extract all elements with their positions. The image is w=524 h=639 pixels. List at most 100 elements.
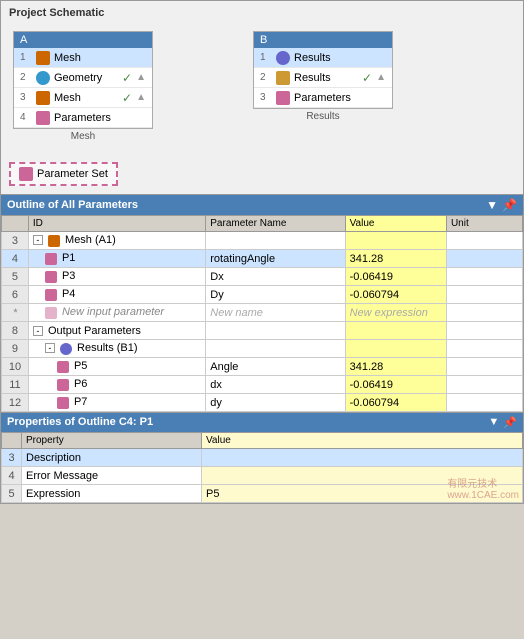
row-label: Results <box>294 52 386 64</box>
cell-d <box>446 322 522 340</box>
prop-name: Expression <box>22 485 202 503</box>
block-a-row-4[interactable]: 4 Parameters <box>14 108 152 128</box>
outline-header-icons: ▼ 📌 <box>486 198 517 212</box>
param-set-label: Parameter Set <box>37 168 108 180</box>
cell-d <box>446 304 522 322</box>
block-a-header-label: A <box>20 34 27 46</box>
p3-icon <box>45 271 57 283</box>
p4-icon <box>45 289 57 301</box>
expand-icon[interactable]: - <box>33 235 43 245</box>
row-num: 4 <box>20 112 32 123</box>
cell-d <box>446 250 522 268</box>
expand-icon-output[interactable]: - <box>33 326 43 336</box>
cell-b: Dx <box>206 268 345 286</box>
properties-section: Properties of Outline C4: P1 ▼ 📌 Propert… <box>0 413 524 504</box>
cell-a: P6 <box>28 376 205 394</box>
param-set-box[interactable]: Parameter Set <box>9 162 118 186</box>
props-header-icons: ▼ 📌 <box>488 416 517 429</box>
cell-d <box>446 286 522 304</box>
row-label: Parameters <box>54 112 146 124</box>
row-label: Results <box>294 72 358 84</box>
outline-table: ID Parameter Name Value Unit 3 - Mesh (A… <box>1 215 523 412</box>
block-a-row-3[interactable]: 3 Mesh ✓ ▲ <box>14 88 152 108</box>
table-row[interactable]: 3 - Mesh (A1) <box>2 232 523 250</box>
outline-col-headers: ID Parameter Name Value Unit <box>2 216 523 232</box>
prop-value[interactable]: P5 <box>202 485 523 503</box>
col-header-num <box>2 216 29 232</box>
table-row[interactable]: * New input parameter New name New expre… <box>2 304 523 322</box>
pin-icon[interactable]: ▼ <box>486 198 498 212</box>
row-num: 6 <box>2 286 29 304</box>
cell-a: P4 <box>28 286 205 304</box>
cell-a: P1 <box>28 250 205 268</box>
p1-icon <box>45 253 57 265</box>
block-b-row-3[interactable]: 3 Parameters <box>254 88 392 108</box>
props-row[interactable]: 4 Error Message <box>2 467 523 485</box>
prop-value[interactable] <box>202 467 523 485</box>
cell-c: -0.06419 <box>345 376 446 394</box>
row-num: 5 <box>2 485 22 503</box>
props-row[interactable]: 5 Expression P5 <box>2 485 523 503</box>
table-row[interactable]: 8 - Output Parameters <box>2 322 523 340</box>
table-row[interactable]: 4 P1 rotatingAngle 341.28 <box>2 250 523 268</box>
cell-c: -0.060794 <box>345 394 446 412</box>
props-pin-icon[interactable]: 📌 <box>503 416 517 429</box>
cell-c: -0.06419 <box>345 268 446 286</box>
p5-icon <box>57 361 69 373</box>
cell-a: P7 <box>28 394 205 412</box>
row-num: 5 <box>2 268 29 286</box>
row-label: Geometry <box>54 72 118 84</box>
row-num: 1 <box>260 52 272 63</box>
cell-d <box>446 268 522 286</box>
table-row[interactable]: 5 P3 Dx -0.06419 <box>2 268 523 286</box>
block-b-header-label: B <box>260 34 267 46</box>
expand-icon-results[interactable]: - <box>45 343 55 353</box>
cell-a: P3 <box>28 268 205 286</box>
block-a-row-2[interactable]: 2 Geometry ✓ ▲ <box>14 68 152 88</box>
mesh-icon <box>36 51 50 65</box>
block-b-row-2[interactable]: 2 Results ✓ ▲ <box>254 68 392 88</box>
cell-d <box>446 394 522 412</box>
project-schematic: Project Schematic A 1 Mesh 2 Geometry ✓ … <box>0 0 524 195</box>
arrow-icon-2: ▲ <box>136 92 146 103</box>
block-a-label: Mesh <box>69 129 97 144</box>
cell-b: New name <box>206 304 345 322</box>
row-num: 3 <box>20 92 32 103</box>
table-row[interactable]: 6 P4 Dy -0.060794 <box>2 286 523 304</box>
schematic-area: A 1 Mesh 2 Geometry ✓ ▲ 3 Mesh <box>5 27 519 148</box>
outline-title: Outline of All Parameters <box>7 199 138 211</box>
props-dropdown-icon[interactable]: ▼ <box>488 416 499 429</box>
block-a-row-1[interactable]: 1 Mesh <box>14 48 152 68</box>
cell-c: 341.28 <box>345 250 446 268</box>
props-row[interactable]: 3 Description <box>2 449 523 467</box>
table-row[interactable]: 9 - Results (B1) <box>2 340 523 358</box>
cell-a: - Results (B1) <box>28 340 205 358</box>
props-title: Properties of Outline C4: P1 <box>7 416 153 429</box>
row-num: 12 <box>2 394 29 412</box>
block-b-row-1[interactable]: 1 Results <box>254 48 392 68</box>
arrow-icon-b: ▲ <box>376 72 386 83</box>
pushpin-icon[interactable]: 📌 <box>502 198 517 212</box>
check-icon: ✓ <box>122 71 132 85</box>
block-a-container: A 1 Mesh 2 Geometry ✓ ▲ 3 Mesh <box>13 31 153 144</box>
check-icon-b: ✓ <box>362 71 372 85</box>
row-num: 2 <box>20 72 32 83</box>
prop-name: Error Message <box>22 467 202 485</box>
table-row[interactable]: 11 P6 dx -0.06419 <box>2 376 523 394</box>
row-label: Mesh <box>54 92 118 104</box>
prop-name: Description <box>22 449 202 467</box>
cell-d <box>446 358 522 376</box>
block-a: A 1 Mesh 2 Geometry ✓ ▲ 3 Mesh <box>13 31 153 129</box>
row-num: 11 <box>2 376 29 394</box>
props-col-a: Property <box>22 433 202 449</box>
p7-icon <box>57 397 69 409</box>
prop-value[interactable] <box>202 449 523 467</box>
params-icon <box>36 111 50 125</box>
row-num: 8 <box>2 322 29 340</box>
cell-c: 341.28 <box>345 358 446 376</box>
results-icon <box>60 343 72 355</box>
table-row[interactable]: 10 P5 Angle 341.28 <box>2 358 523 376</box>
table-row[interactable]: 12 P7 dy -0.060794 <box>2 394 523 412</box>
cell-b <box>206 322 345 340</box>
outline-section: Outline of All Parameters ▼ 📌 ID Paramet… <box>0 195 524 413</box>
